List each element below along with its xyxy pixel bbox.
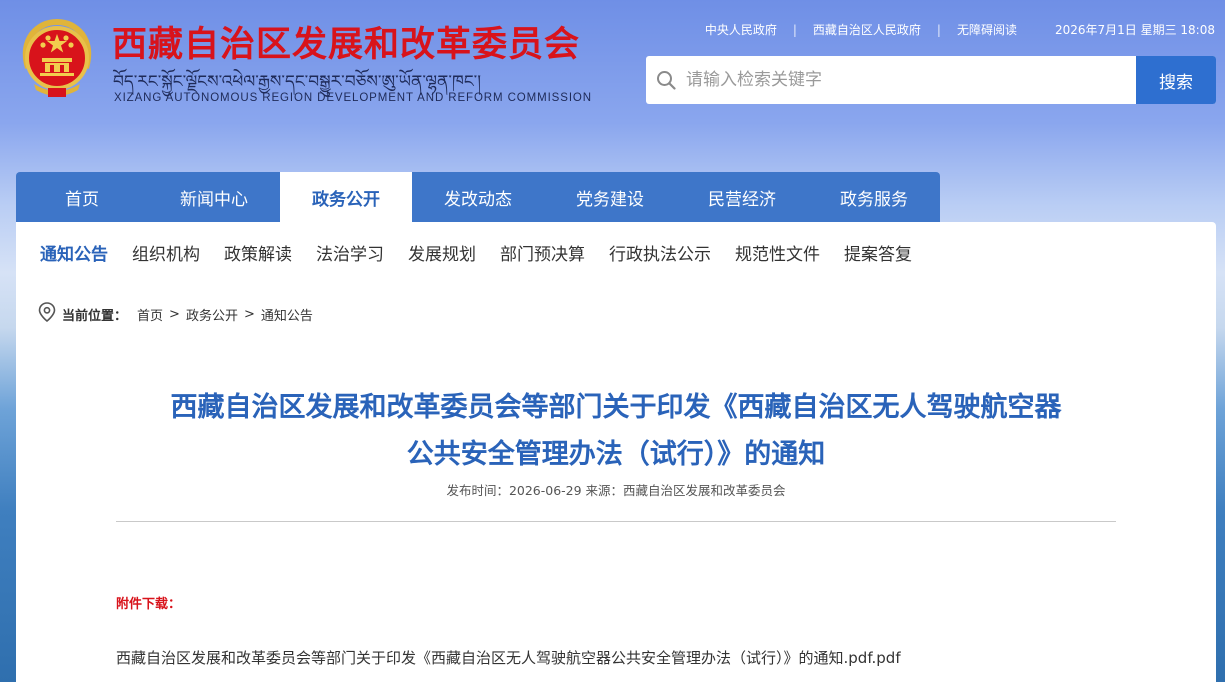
breadcrumb-label: 当前位置： [62,308,128,324]
article-title-line1: 西藏自治区发展和改革委员会等部门关于印发《西藏自治区无人驾驶航空器 [170,392,1062,423]
nav-government-services[interactable]: 政务服务 [808,172,940,222]
national-emblem-icon [18,18,96,102]
subnav-normative-documents[interactable]: 规范性文件 [735,240,820,265]
sub-nav: 通知公告 组织机构 政策解读 法治学习 发展规划 部门预决算 行政执法公示 规范… [40,240,936,265]
breadcrumb: 当前位置： 首页 > 政务公开 > 通知公告 [38,302,313,326]
attachment-download-link[interactable]: 西藏自治区发展和改革委员会等部门关于印发《西藏自治区无人驾驶航空器公共安全管理办… [116,647,901,668]
search-icon [646,56,686,104]
nav-government-affairs[interactable]: 政务公开 [280,172,412,222]
attachment-label: 附件下载： [116,597,182,612]
search-bar: 搜索 [646,56,1216,104]
subnav-notices[interactable]: 通知公告 [40,240,108,265]
nav-party-building[interactable]: 党务建设 [544,172,676,222]
separator: | [936,22,941,37]
current-date: 2026年7月1日 星期三 18:08 [1054,23,1215,37]
breadcrumb-government-affairs[interactable]: 政务公开 [186,305,238,324]
subnav-budget[interactable]: 部门预决算 [500,240,585,265]
breadcrumb-home[interactable]: 首页 [137,305,163,324]
site-title: 西藏自治区发展和改革委员会 [112,25,581,65]
separator: | [792,22,797,37]
site-title-english: XIZANG AUTONOMOUS REGION DEVELOPMENT AND… [114,92,592,104]
nav-news-center[interactable]: 新闻中心 [148,172,280,222]
nav-reform-news[interactable]: 发改动态 [412,172,544,222]
nav-private-economy[interactable]: 民营经济 [676,172,808,222]
search-input[interactable] [686,56,1136,104]
content-panel: 通知公告 组织机构 政策解读 法治学习 发展规划 部门预决算 行政执法公示 规范… [16,222,1216,682]
article-title: 西藏自治区发展和改革委员会等部门关于印发《西藏自治区无人驾驶航空器 公共安全管理… [116,384,1116,478]
nav-home[interactable]: 首页 [16,172,148,222]
location-pin-icon [38,302,56,326]
link-xizang-government[interactable]: 西藏自治区人民政府 [813,21,921,38]
divider [116,521,1116,522]
subnav-policy-interpretation[interactable]: 政策解读 [224,240,292,265]
subnav-proposal-replies[interactable]: 提案答复 [844,240,912,265]
top-links: 中央人民政府 | 西藏自治区人民政府 | 无障碍阅读 2026年7月1日 星期三… [705,21,1215,38]
article-meta: 发布时间：2026-06-29 来源：西藏自治区发展和改革委员会 [446,483,786,498]
subnav-organization[interactable]: 组织机构 [132,240,200,265]
subnav-law-study[interactable]: 法治学习 [316,240,384,265]
breadcrumb-separator: > [169,306,180,322]
breadcrumb-notices[interactable]: 通知公告 [261,305,313,324]
main-nav: 首页 新闻中心 政务公开 发改动态 党务建设 民营经济 政务服务 [16,172,940,222]
link-accessibility[interactable]: 无障碍阅读 [957,21,1017,38]
link-central-government[interactable]: 中央人民政府 [705,21,777,38]
search-button[interactable]: 搜索 [1136,56,1216,104]
article-title-line2: 公共安全管理办法（试行）》的通知 [406,439,826,470]
breadcrumb-separator: > [243,306,255,322]
subnav-enforcement-disclosure[interactable]: 行政执法公示 [609,240,711,265]
subnav-development-planning[interactable]: 发展规划 [408,240,476,265]
